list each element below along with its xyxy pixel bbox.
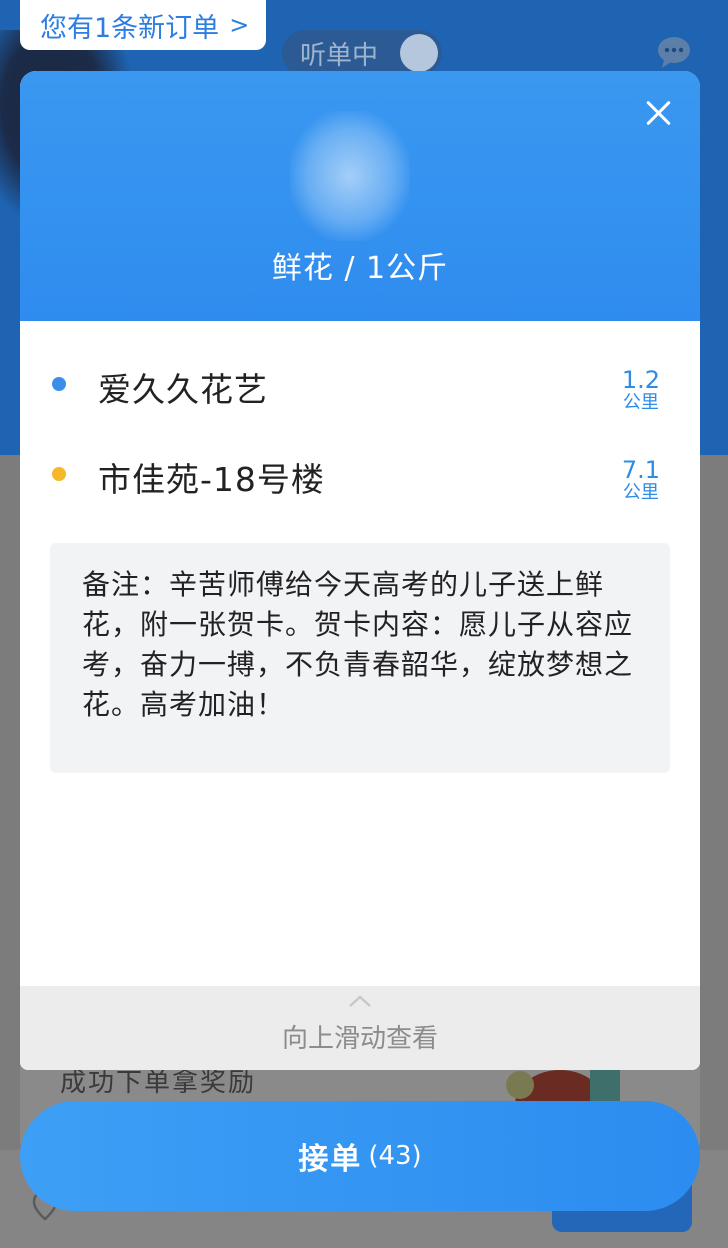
pickup-name: 爱久久花艺 (98, 370, 268, 409)
pickup-address-row: 爱久久花艺 1.2 公里 (20, 353, 700, 413)
swipe-up-area[interactable]: 向上滑动查看 (20, 986, 700, 1070)
dropoff-distance-unit: 公里 (622, 482, 659, 503)
listening-toggle[interactable]: 听单中 (282, 30, 442, 76)
chat-icon[interactable] (656, 34, 692, 70)
listening-status-label: 听单中 (300, 40, 379, 71)
dropoff-dot-icon (52, 467, 66, 481)
notification-text: 您有1条新订单 (40, 12, 220, 44)
order-note: 备注：辛苦师傅给今天高考的儿子送上鲜花，附一张贺卡。贺卡内容：愿儿子从容应考，奋… (50, 543, 670, 773)
dropoff-distance-value: 7.1 (621, 456, 660, 484)
chevron-up-icon (349, 995, 371, 1007)
pickup-distance-unit: 公里 (622, 392, 659, 413)
toggle-knob (400, 34, 438, 72)
redacted-area (290, 111, 410, 241)
pickup-distance: 1.2 公里 (622, 367, 660, 413)
dropoff-name: 市佳苑-18号楼 (98, 460, 325, 499)
order-detail-modal: 鲜花 / 1公斤 爱久久花艺 1.2 公里 市佳苑-18号楼 7.1 公里 备注… (20, 71, 700, 1070)
accept-count: (43) (368, 1141, 422, 1171)
new-order-notification[interactable]: 您有1条新订单 > (20, 0, 266, 50)
modal-header: 鲜花 / 1公斤 (20, 71, 700, 321)
accept-order-button[interactable]: 接单 (43) (20, 1101, 700, 1211)
accept-label: 接单 (298, 1142, 363, 1177)
close-icon[interactable] (640, 95, 676, 131)
pickup-distance-value: 1.2 (621, 366, 660, 394)
pickup-dot-icon (52, 377, 66, 391)
swipe-hint: 向上滑动查看 (281, 1024, 438, 1054)
dropoff-distance: 7.1 公里 (622, 457, 660, 503)
chevron-right-icon: > (229, 11, 250, 39)
goods-info: 鲜花 / 1公斤 (271, 251, 449, 286)
dropoff-address-row: 市佳苑-18号楼 7.1 公里 (20, 443, 700, 503)
